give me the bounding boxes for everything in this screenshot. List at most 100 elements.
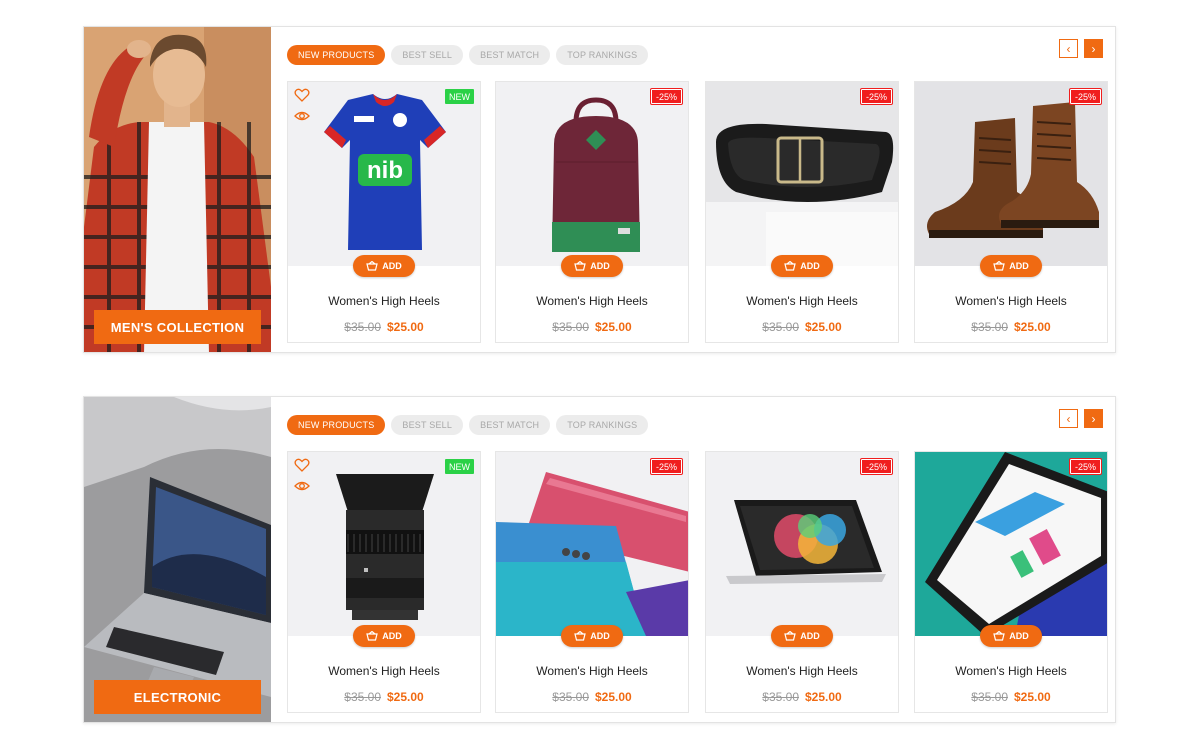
old-price: $35.00 — [344, 690, 381, 704]
add-to-cart-button[interactable]: ADD — [771, 625, 833, 647]
tab-top-rankings[interactable]: TOP RANKINGS — [556, 415, 649, 435]
product-title[interactable]: Women's High Heels — [288, 664, 480, 678]
jersey-image: nib — [288, 82, 480, 266]
product-title[interactable]: Women's High Heels — [288, 294, 480, 308]
tab-best-sell[interactable]: BEST SELL — [391, 415, 464, 435]
add-to-cart-button[interactable]: ADD — [771, 255, 833, 277]
laptop-on-sofa-image — [84, 397, 271, 722]
old-price: $35.00 — [971, 690, 1008, 704]
tab-new-products[interactable]: NEW PRODUCTS — [287, 415, 386, 435]
product-title[interactable]: Women's High Heels — [496, 294, 688, 308]
product-title[interactable]: Women's High Heels — [915, 294, 1107, 308]
product-price: $35.00 $25.00 — [496, 320, 688, 334]
banner-mens-collection[interactable]: MEN'S COLLECTION — [84, 27, 271, 352]
old-price: $35.00 — [552, 690, 589, 704]
add-label: ADD — [800, 631, 820, 641]
electronic-button[interactable]: ELECTRONIC — [94, 680, 261, 714]
discount-badge: -25% — [1068, 88, 1103, 105]
product-card[interactable]: -25% ADD Women's High Heels $35.00 $25.00 — [705, 451, 899, 713]
add-label: ADD — [590, 631, 610, 641]
basket-icon — [784, 261, 797, 271]
product-image — [706, 82, 898, 266]
old-price: $35.00 — [762, 690, 799, 704]
old-price: $35.00 — [762, 320, 799, 334]
product-card[interactable]: -25% ADD Women's High Heels $35.00 $25.00 — [495, 451, 689, 713]
product-price: $35.00 $25.00 — [915, 320, 1107, 334]
laptop-screen-image — [915, 452, 1107, 636]
next-arrow-icon[interactable]: › — [1084, 409, 1103, 428]
product-card[interactable]: -25% ADD Women's High Heels $35.00 $25.00 — [914, 81, 1108, 343]
belt-image — [706, 82, 898, 266]
product-price: $35.00 $25.00 — [288, 690, 480, 704]
sale-price: $25.00 — [805, 320, 842, 334]
basket-icon — [993, 261, 1006, 271]
add-label: ADD — [590, 261, 610, 271]
add-to-cart-button[interactable]: ADD — [561, 625, 623, 647]
product-image — [496, 82, 688, 266]
heart-icon[interactable] — [294, 458, 310, 472]
add-to-cart-button[interactable]: ADD — [980, 625, 1042, 647]
product-card[interactable]: -25% ADD Women's High Heels $35.00 $25.00 — [495, 81, 689, 343]
sale-price: $25.00 — [387, 690, 424, 704]
heart-icon[interactable] — [294, 88, 310, 102]
mens-collection-button[interactable]: MEN'S COLLECTION — [94, 310, 261, 344]
product-title[interactable]: Women's High Heels — [706, 664, 898, 678]
prev-arrow-icon[interactable]: ‹ — [1059, 39, 1078, 58]
product-price: $35.00 $25.00 — [496, 690, 688, 704]
tab-top-rankings[interactable]: TOP RANKINGS — [556, 45, 649, 65]
new-badge: NEW — [445, 89, 474, 104]
tab-bar: NEW PRODUCTS BEST SELL BEST MATCH TOP RA… — [287, 45, 649, 65]
next-arrow-icon[interactable]: › — [1084, 39, 1103, 58]
boots-image — [915, 82, 1107, 266]
product-card[interactable]: -25% ADD Women's High Heels $35.00 $25.00 — [705, 81, 899, 343]
product-section-mens: MEN'S COLLECTION NEW PRODUCTS BEST SELL … — [83, 26, 1116, 353]
product-card[interactable]: nib NEW ADD Women's High Heels $35.00 $25… — [287, 81, 481, 343]
discount-badge: -25% — [1068, 458, 1103, 475]
product-image — [706, 452, 898, 636]
carousel-arrows: ‹ › — [1059, 39, 1103, 58]
tablet-image — [706, 452, 898, 636]
discount-badge: -25% — [649, 88, 684, 105]
sale-price: $25.00 — [595, 690, 632, 704]
add-label: ADD — [800, 261, 820, 271]
product-price: $35.00 $25.00 — [706, 690, 898, 704]
sale-price: $25.00 — [387, 320, 424, 334]
eye-icon[interactable] — [294, 109, 310, 123]
basket-icon — [366, 261, 379, 271]
product-image — [496, 452, 688, 636]
banner-electronic[interactable]: ELECTRONIC — [84, 397, 271, 722]
backpack-image — [496, 82, 688, 266]
old-price: $35.00 — [552, 320, 589, 334]
sale-price: $25.00 — [1014, 320, 1051, 334]
product-title[interactable]: Women's High Heels — [915, 664, 1107, 678]
svg-text:nib: nib — [367, 157, 403, 184]
product-price: $35.00 $25.00 — [706, 320, 898, 334]
add-label: ADD — [1009, 631, 1029, 641]
product-title[interactable]: Women's High Heels — [496, 664, 688, 678]
discount-badge: -25% — [859, 458, 894, 475]
new-badge: NEW — [445, 459, 474, 474]
discount-badge: -25% — [649, 458, 684, 475]
product-image — [915, 452, 1107, 636]
prev-arrow-icon[interactable]: ‹ — [1059, 409, 1078, 428]
add-to-cart-button[interactable]: ADD — [561, 255, 623, 277]
add-to-cart-button[interactable]: ADD — [980, 255, 1042, 277]
tab-best-match[interactable]: BEST MATCH — [469, 45, 551, 65]
tab-best-match[interactable]: BEST MATCH — [469, 415, 551, 435]
carousel-arrows: ‹ › — [1059, 409, 1103, 428]
old-price: $35.00 — [344, 320, 381, 334]
product-card[interactable]: NEW ADD Women's High Heels $35.00 $25.00 — [287, 451, 481, 713]
tab-best-sell[interactable]: BEST SELL — [391, 45, 464, 65]
add-label: ADD — [382, 631, 402, 641]
product-price: $35.00 $25.00 — [915, 690, 1107, 704]
product-image — [288, 452, 480, 636]
add-to-cart-button[interactable]: ADD — [353, 255, 415, 277]
product-card[interactable]: -25% ADD Women's High Heels $35.00 $25.00 — [914, 451, 1108, 713]
product-title[interactable]: Women's High Heels — [706, 294, 898, 308]
add-to-cart-button[interactable]: ADD — [353, 625, 415, 647]
basket-icon — [574, 631, 587, 641]
tab-bar: NEW PRODUCTS BEST SELL BEST MATCH TOP RA… — [287, 415, 649, 435]
smartphones-image — [496, 452, 688, 636]
tab-new-products[interactable]: NEW PRODUCTS — [287, 45, 386, 65]
eye-icon[interactable] — [294, 479, 310, 493]
